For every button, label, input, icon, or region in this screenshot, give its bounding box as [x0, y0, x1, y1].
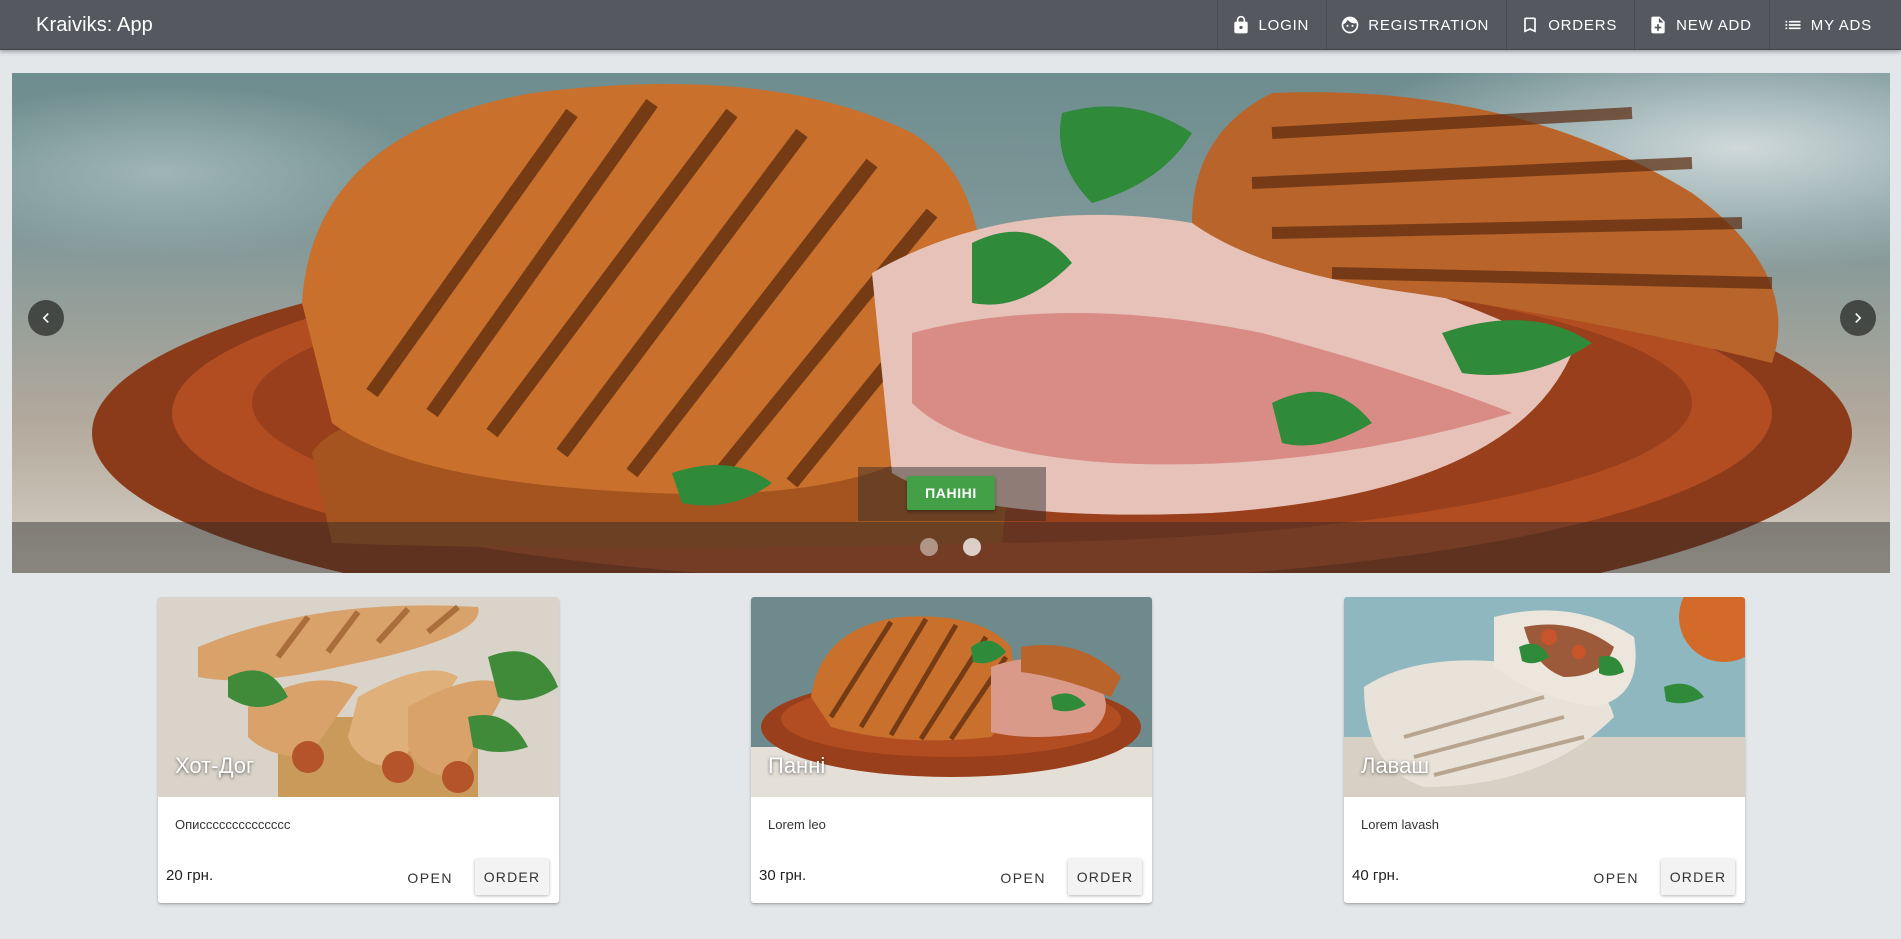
slide-caption-button[interactable]: ПАНІНІ [907, 476, 995, 510]
card-title: Панні [768, 753, 826, 778]
nav-new-add[interactable]: NEW ADD [1634, 0, 1769, 50]
card-image[interactable]: Хот-Дог [158, 597, 559, 797]
bookmark-icon [1524, 17, 1537, 33]
nav-orders[interactable]: ORDERS [1506, 0, 1634, 50]
card-title: Лаваш [1361, 753, 1429, 778]
nav-registration[interactable]: REGISTRATION [1326, 0, 1506, 50]
nav-my-ads[interactable]: MY ADS [1768, 0, 1889, 50]
carousel-indicators [920, 538, 981, 556]
card-description: Lorem leo [768, 817, 826, 832]
product-card-panini: Панні Lorem leo 30 грн. OPEN ORDER [751, 597, 1152, 903]
product-card-lavash: Лаваш Lorem lavash 40 грн. OPEN ORDER [1344, 597, 1745, 903]
lock-icon [1233, 15, 1248, 34]
card-price: 20 грн. [166, 867, 214, 884]
card-description: Lorem lavash [1361, 817, 1440, 832]
order-button[interactable]: ORDER [1068, 859, 1142, 895]
open-button[interactable]: OPEN [988, 860, 1058, 896]
open-button[interactable]: OPEN [395, 860, 465, 896]
carousel-next-button[interactable] [1840, 300, 1876, 336]
order-button[interactable]: ORDER [1661, 859, 1735, 895]
carousel-prev-button[interactable] [28, 300, 64, 336]
product-card-hot-dog: Хот-Дог Описссссссссссссс 20 грн. OPEN O… [158, 597, 559, 903]
nav-login[interactable]: LOGIN [1216, 0, 1327, 50]
card-price: 30 грн. [759, 867, 807, 884]
open-button[interactable]: OPEN [1581, 860, 1651, 896]
top-nav: LOGIN REGISTRATION ORDERS NEW ADD MY ADS [1216, 0, 1890, 50]
app-bar: Kraiviks: App LOGIN REGISTRATION ORDERS … [0, 0, 1901, 50]
face-icon [1341, 16, 1359, 34]
card-image[interactable]: Панні [751, 597, 1152, 797]
carousel: ПАНІНІ [12, 73, 1890, 573]
card-price: 40 грн. [1352, 867, 1400, 884]
nav-registration-label: REGISTRATION [1368, 16, 1490, 34]
card-title: Хот-Дог [175, 753, 254, 778]
note-add-icon [1651, 16, 1665, 34]
carousel-dot-1[interactable] [920, 538, 938, 556]
carousel-dot-2[interactable] [963, 538, 981, 556]
list-icon [1785, 20, 1801, 30]
card-image[interactable]: Лаваш [1344, 597, 1745, 797]
card-description: Описссссссссссссс [175, 817, 291, 832]
order-button[interactable]: ORDER [475, 859, 549, 895]
chevron-left-icon [42, 313, 49, 323]
app-title[interactable]: Kraiviks: App [36, 0, 153, 50]
nav-my-ads-label: MY ADS [1810, 16, 1872, 34]
nav-new-add-label: NEW ADD [1676, 16, 1752, 34]
chevron-right-icon [1855, 313, 1862, 323]
nav-login-label: LOGIN [1258, 16, 1310, 34]
nav-orders-label: ORDERS [1548, 16, 1618, 34]
